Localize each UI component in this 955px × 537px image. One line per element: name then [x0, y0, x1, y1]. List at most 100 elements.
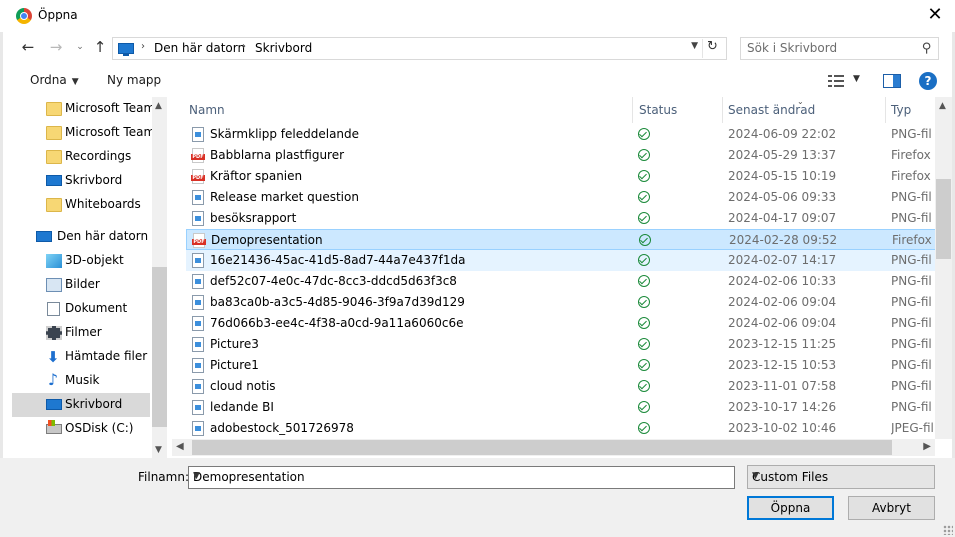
file-name: ba83ca0b-a3c5-4d85-9046-3f9a7d39d129 [210, 295, 465, 309]
scroll-up-icon[interactable]: ▲ [939, 101, 946, 111]
table-row[interactable]: Kräftor spanien 2024-05-15 10:19 Firefox P [186, 166, 935, 187]
close-button[interactable]: ✕ [923, 4, 947, 28]
table-row[interactable]: ba83ca0b-a3c5-4d85-9046-3f9a7d39d129 2024… [186, 292, 935, 313]
table-row[interactable]: cloud notis 2023-11-01 07:58 PNG-fil [186, 376, 935, 397]
scroll-up-icon[interactable]: ▲ [155, 101, 162, 111]
sync-ok-icon [638, 422, 650, 434]
sync-ok-icon [638, 380, 650, 392]
sync-ok-icon [638, 254, 650, 266]
sync-ok-icon [638, 296, 650, 308]
breadcrumb-this-pc[interactable]: Den här datorn [154, 41, 245, 55]
open-button[interactable]: Öppna [747, 496, 834, 520]
column-type[interactable]: Typ [891, 103, 911, 117]
file-date: 2023-12-15 11:25 [728, 337, 837, 351]
sync-ok-icon [638, 338, 650, 350]
table-row[interactable]: 16e21436-45ac-41d5-8ad7-44a7e437f1da 2024… [186, 250, 935, 271]
organize-button[interactable]: Ordna ▼ [30, 73, 79, 87]
up-arrow-icon[interactable]: ↑ [90, 37, 110, 59]
nav-item-whiteboards[interactable]: Whiteboards [12, 193, 150, 217]
nav-item-osdisk[interactable]: OSDisk (C:) [12, 417, 150, 441]
scroll-down-icon[interactable]: ▼ [155, 445, 162, 455]
scrollbar-thumb[interactable] [152, 267, 167, 427]
nav-item-videos[interactable]: Filmer [12, 321, 150, 345]
nav-item-recordings[interactable]: Recordings [12, 145, 150, 169]
column-divider[interactable] [632, 97, 633, 123]
forward-arrow-icon[interactable]: → [46, 37, 66, 59]
navigation-scrollbar[interactable]: ▲ ▼ [152, 97, 167, 459]
file-type-select[interactable]: Custom Files ▼ [747, 465, 935, 489]
file-name: Release market question [210, 190, 359, 204]
filename-label: Filnamn: [138, 470, 189, 484]
nav-item-music[interactable]: ♪ Musik [12, 369, 150, 393]
horizontal-scrollbar[interactable]: ◀ ▶ [172, 439, 935, 456]
view-options-icon[interactable] [828, 73, 848, 89]
column-name[interactable]: Namn [189, 103, 225, 117]
breadcrumb-chevron-icon[interactable]: › [141, 41, 145, 52]
pdf-file-icon [192, 233, 206, 248]
breadcrumb-chevron-icon[interactable]: › [242, 41, 246, 52]
address-bar[interactable]: › Den här datorn › Skrivbord ▼ ↻ [112, 37, 727, 60]
scroll-right-icon[interactable]: ▶ [923, 441, 931, 452]
cancel-button[interactable]: Avbryt [848, 496, 935, 520]
image-file-icon [192, 337, 204, 352]
search-box[interactable]: ⚲ [740, 37, 939, 60]
dialog-footer: Filnamn: Demopresentation ▼ Custom Files… [0, 458, 955, 537]
table-row[interactable]: Release market question 2024-05-06 09:33 P… [186, 187, 935, 208]
column-modified[interactable]: Senast ändrad [728, 103, 815, 117]
help-icon[interactable]: ? [919, 72, 937, 90]
file-type: PNG-fil [891, 358, 932, 372]
nav-item-label: Skrivbord [65, 397, 123, 411]
column-divider[interactable] [885, 97, 886, 123]
nav-item-pictures[interactable]: Bilder [12, 273, 150, 297]
preview-pane-icon[interactable] [883, 74, 901, 88]
refresh-icon[interactable]: ↻ [702, 39, 722, 58]
pictures-icon [46, 278, 62, 292]
table-row[interactable]: adobestock_501726978 2023-10-02 10:46 JPEG… [186, 418, 935, 439]
chevron-down-icon[interactable]: ▼ [853, 74, 860, 84]
table-row[interactable]: Demopresentation 2024-02-28 09:52 Firefox … [186, 229, 935, 250]
resize-grip-icon[interactable] [943, 525, 953, 535]
scrollbar-thumb[interactable] [192, 440, 892, 455]
filename-field[interactable]: Demopresentation ▼ [188, 466, 735, 489]
image-file-icon [192, 379, 204, 394]
table-row[interactable]: 76d066b3-ee4c-4f38-a0cd-9a11a6060c6e 2024… [186, 313, 935, 334]
file-list-scrollbar[interactable]: ▲ [935, 97, 952, 439]
table-row[interactable]: Picture3 2023-12-15 11:25 PNG-fil [186, 334, 935, 355]
table-row[interactable]: def52c07-4e0c-47dc-8cc3-ddcd5d63f3c8 2024… [186, 271, 935, 292]
recent-locations-chevron-icon[interactable]: ⌄ [70, 37, 90, 59]
scrollbar-thumb[interactable] [936, 179, 951, 259]
nav-item-3d-objects[interactable]: 3D-objekt [12, 249, 150, 273]
file-name: 76d066b3-ee4c-4f38-a0cd-9a11a6060c6e [210, 316, 464, 330]
nav-item-label: Musik [65, 373, 100, 387]
image-file-icon [192, 421, 204, 436]
nav-item-downloads[interactable]: ⬇ Hämtade filer [12, 345, 150, 369]
image-file-icon [192, 190, 204, 205]
table-row[interactable]: Skärmklipp feleddelande 2024-06-09 22:02 P… [186, 124, 935, 145]
chevron-down-icon[interactable]: ▼ [193, 471, 728, 481]
new-folder-button[interactable]: Ny mapp [107, 73, 161, 87]
documents-icon [47, 302, 60, 316]
nav-item-desktop-selected[interactable]: Skrivbord [12, 393, 150, 417]
nav-item-desktop[interactable]: Skrivbord [12, 169, 150, 193]
chevron-down-icon[interactable]: ▼ [691, 41, 698, 51]
scroll-left-icon[interactable]: ◀ [176, 441, 184, 452]
file-date: 2024-05-15 10:19 [728, 169, 837, 183]
nav-item-label: Bilder [65, 277, 100, 291]
search-icon[interactable]: ⚲ [922, 41, 932, 56]
folder-icon [46, 150, 62, 164]
nav-item-this-pc[interactable]: Den här datorn [12, 225, 150, 249]
nav-item-microsoft-teams-2[interactable]: Microsoft Teams [12, 121, 161, 145]
column-divider[interactable] [722, 97, 723, 123]
column-status[interactable]: Status [639, 103, 677, 117]
nav-item-microsoft-teams-1[interactable]: Microsoft Teams [12, 97, 161, 121]
table-row[interactable]: ledande BI 2023-10-17 14:26 PNG-fil [186, 397, 935, 418]
nav-item-documents[interactable]: Dokument [12, 297, 150, 321]
table-row[interactable]: Babblarna plastfigurer 2024-05-29 13:37 Fi… [186, 145, 935, 166]
title-bar: Öppna ✕ [0, 0, 955, 32]
table-row[interactable]: Picture1 2023-12-15 10:53 PNG-fil [186, 355, 935, 376]
breadcrumb-desktop[interactable]: Skrivbord [255, 41, 312, 55]
table-row[interactable]: besöksrapport 2024-04-17 09:07 PNG-fil [186, 208, 935, 229]
back-arrow-icon[interactable]: ← [18, 37, 38, 59]
computer-icon [36, 231, 52, 242]
search-input[interactable] [747, 41, 907, 55]
